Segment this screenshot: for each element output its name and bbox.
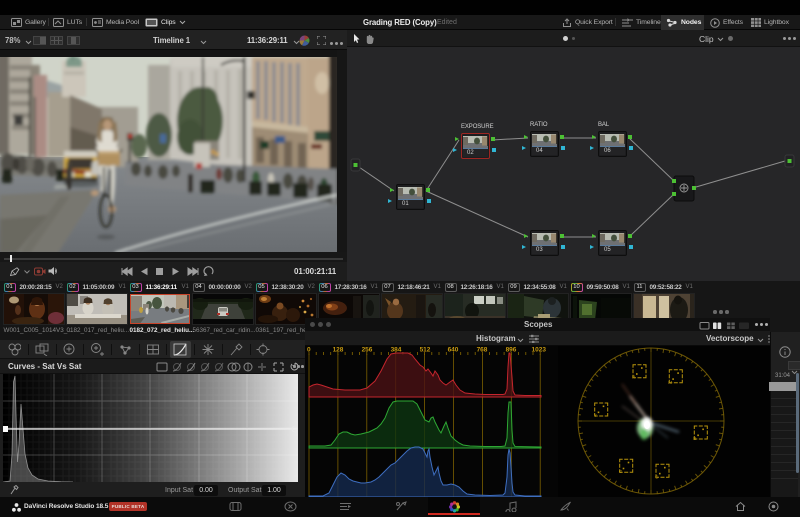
svg-text:1023: 1023: [532, 347, 547, 354]
svg-text:Y: Y: [594, 413, 597, 418]
svg-text:512: 512: [420, 347, 431, 354]
svg-text:B: B: [693, 436, 696, 441]
svg-text:384: 384: [391, 347, 402, 354]
svg-text:M: M: [668, 380, 672, 385]
svg-text:G: G: [619, 469, 623, 474]
